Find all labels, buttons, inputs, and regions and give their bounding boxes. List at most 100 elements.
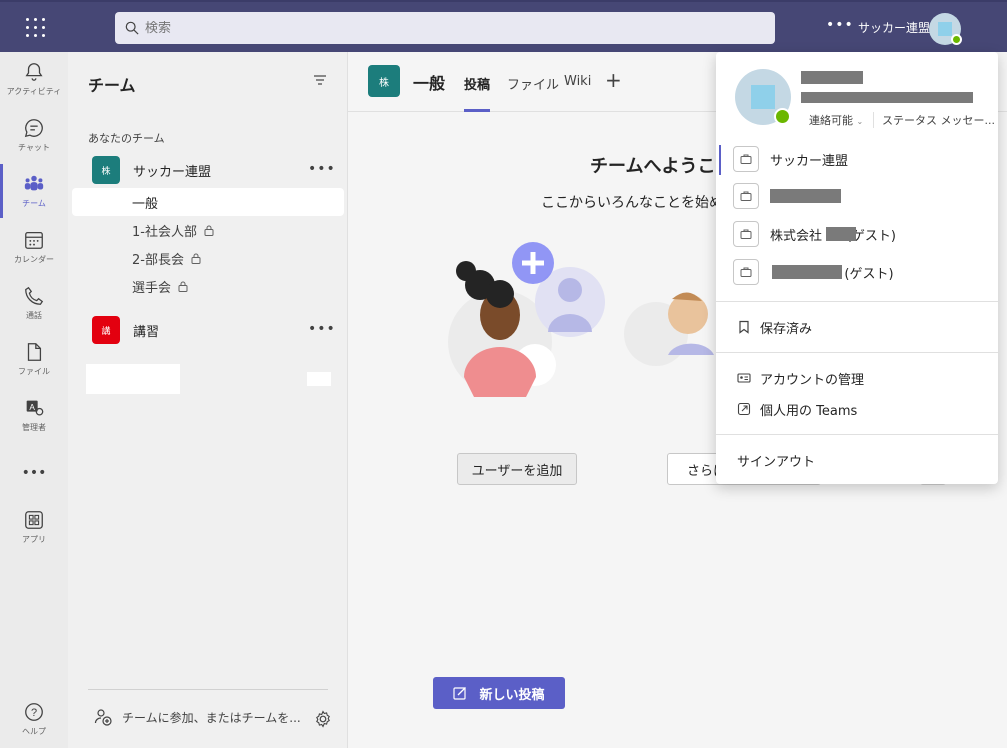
team-name: サッカー連盟 (133, 164, 212, 180)
divider (716, 352, 998, 353)
settings-more-button[interactable]: ••• (826, 17, 854, 33)
top-bar: ••• サッカー連盟 (0, 0, 1007, 52)
redacted-org (826, 227, 856, 241)
org-name: サッカー連盟 (770, 153, 849, 169)
tab-files[interactable]: ファイル (507, 74, 559, 112)
rail-label: アプリ (22, 535, 46, 544)
rail-label: ヘルプ (22, 727, 46, 736)
new-post-button[interactable]: 新しい投稿 (433, 677, 565, 709)
add-user-button[interactable]: ユーザーを追加 (457, 453, 577, 485)
rail-label: 管理者 (22, 423, 46, 432)
status-label: 連絡可能 (809, 114, 853, 127)
rail-item-teams[interactable]: チーム (0, 164, 68, 218)
rail-item-admin[interactable]: A 管理者 (0, 388, 68, 442)
redacted-org (770, 189, 841, 203)
personal-teams-label: 個人用の Teams (760, 403, 858, 419)
status-message-button[interactable]: ステータス メッセー... (873, 112, 995, 128)
search-box[interactable] (115, 12, 775, 44)
profile-picture[interactable] (735, 69, 791, 125)
bookmark-icon (739, 320, 749, 334)
rail-item-files[interactable]: ファイル (0, 332, 68, 386)
org-item-soccer[interactable]: サッカー連盟 (716, 141, 998, 177)
channel-name: 2-部長会 (132, 252, 184, 268)
chat-icon (24, 119, 43, 138)
rail-label: チーム (22, 199, 46, 208)
calendar-icon (25, 232, 43, 249)
profile-avatar[interactable] (929, 13, 962, 45)
channel-3[interactable]: 選手会 (72, 272, 344, 300)
org-item-2[interactable] (716, 178, 998, 214)
rail-label: カレンダー (14, 255, 54, 264)
gear-icon[interactable] (314, 710, 332, 728)
personal-teams-item[interactable]: 個人用の Teams (716, 393, 998, 425)
phone-icon (25, 286, 44, 305)
tab-wiki[interactable]: Wiki (564, 74, 591, 112)
add-user-label: ユーザーを追加 (471, 463, 563, 479)
bell-icon (25, 63, 43, 81)
svg-text:A: A (29, 403, 35, 412)
redacted-name (801, 71, 863, 84)
redacted-block (86, 364, 180, 394)
saved-label: 保存済み (760, 321, 813, 337)
app-launcher-icon[interactable] (20, 14, 48, 42)
briefcase-icon (733, 146, 759, 172)
welcome-illustration (448, 242, 714, 397)
status-selector[interactable]: 連絡可能 ⌄ (809, 112, 863, 128)
rail-label: アクティビティ (6, 87, 62, 96)
external-link-icon (737, 402, 751, 416)
divider (716, 434, 998, 435)
chevron-down-icon: ⌄ (856, 117, 864, 126)
rail-item-calendar[interactable]: カレンダー (0, 220, 68, 274)
tab-posts[interactable]: 投稿 (464, 74, 491, 112)
admin-icon: A (26, 400, 44, 416)
compose-icon (453, 687, 467, 700)
team-more-button[interactable]: ••• (308, 321, 336, 337)
lock-icon (191, 253, 201, 264)
channel-1[interactable]: 1-社会人部 (72, 216, 344, 244)
divider (716, 301, 998, 302)
team-name: 講習 (133, 324, 160, 340)
manage-account-item[interactable]: アカウントの管理 (716, 362, 998, 394)
briefcase-icon (733, 259, 759, 285)
more-icon: ••• (21, 464, 47, 481)
channel-title: 一般 (413, 74, 446, 93)
org-item-3[interactable]: 株式会社 (ゲスト) (716, 216, 998, 252)
team-avatar: 講 (92, 316, 120, 344)
briefcase-icon (733, 221, 759, 247)
id-card-icon (737, 373, 751, 383)
file-icon (27, 343, 42, 361)
search-icon (125, 21, 139, 35)
add-tab-icon[interactable]: + (605, 68, 622, 92)
lock-icon (204, 225, 214, 236)
channel-name: 一般 (132, 196, 159, 212)
manage-account-label: アカウントの管理 (760, 372, 865, 388)
org-name[interactable]: サッカー連盟 (858, 19, 930, 36)
rail-item-chat[interactable]: チャット (0, 108, 68, 162)
team-row-lecture[interactable]: 講 講習 ••• (72, 313, 344, 347)
rail-item-calls[interactable]: 通話 (0, 276, 68, 330)
rail-item-help[interactable]: ? ヘルプ (0, 692, 68, 746)
sign-out-item[interactable]: サインアウト (716, 444, 998, 476)
saved-item[interactable]: 保存済み (716, 311, 998, 343)
team-more-button[interactable]: ••• (308, 161, 336, 177)
help-icon: ? (25, 703, 43, 721)
redacted-block (307, 372, 331, 386)
rail-label: ファイル (18, 367, 50, 376)
redacted-org (772, 265, 842, 279)
channel-general[interactable]: 一般 (72, 188, 344, 216)
team-avatar: 株 (92, 156, 120, 184)
join-team-button[interactable]: チームに参加、またはチームを... (94, 708, 301, 726)
org-item-4[interactable]: (ゲスト) (716, 254, 998, 290)
join-text: チームに参加、またはチームを... (122, 710, 301, 725)
rail-item-more[interactable]: ••• (0, 444, 68, 498)
filter-icon[interactable] (312, 72, 328, 88)
section-label: あなたのチーム (88, 132, 165, 145)
search-input[interactable] (145, 20, 745, 36)
new-post-label: 新しい投稿 (479, 687, 545, 703)
rail-item-activity[interactable]: アクティビティ (0, 52, 68, 106)
briefcase-icon (733, 183, 759, 209)
rail-item-apps[interactable]: アプリ (0, 500, 68, 554)
team-row-soccer[interactable]: 株 サッカー連盟 ••• (72, 153, 344, 187)
channel-2[interactable]: 2-部長会 (72, 244, 344, 272)
panel-title: チーム (88, 76, 136, 95)
